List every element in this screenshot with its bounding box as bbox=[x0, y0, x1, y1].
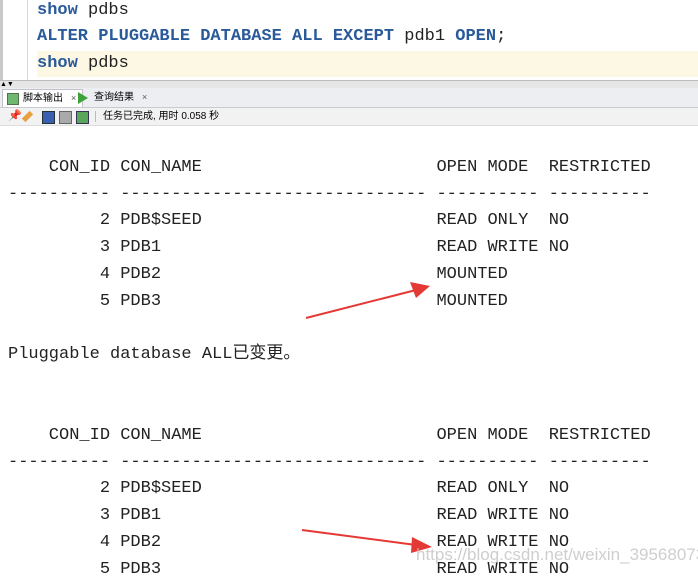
editor-line-3[interactable]: show pdbs bbox=[37, 51, 698, 77]
export-icon[interactable] bbox=[76, 111, 89, 124]
semicolon: ; bbox=[496, 27, 507, 46]
identifier: pdbs bbox=[77, 1, 129, 20]
tab-label: 脚本输出 bbox=[23, 93, 63, 104]
output-tabs: 脚本输出 × 查询结果 × bbox=[0, 88, 698, 108]
tab-label: 查询结果 bbox=[94, 92, 134, 103]
keyword: show bbox=[37, 54, 78, 73]
output-line: Pluggable database ALL已变更。 bbox=[8, 345, 301, 365]
tab-query-result[interactable]: 查询结果 × bbox=[74, 89, 153, 106]
keyword: ALTER PLUGGABLE DATABASE ALL EXCEPT bbox=[37, 27, 395, 46]
output-line: CON_ID CON_NAME OPEN MODE RESTRICTED bbox=[8, 425, 651, 445]
output-line: ---------- -----------------------------… bbox=[8, 184, 651, 204]
arrow-annotation-1 bbox=[305, 282, 430, 319]
output-line: 3 PDB1 READ WRITE NO bbox=[8, 506, 570, 526]
pin-icon[interactable]: 📌 bbox=[8, 111, 22, 122]
tab-script-output[interactable]: 脚本输出 × bbox=[2, 89, 84, 107]
output-line: ---------- -----------------------------… bbox=[8, 452, 651, 472]
eraser-icon[interactable] bbox=[21, 110, 34, 123]
keyword: OPEN bbox=[455, 27, 497, 46]
collapse-arrows-icon[interactable]: ▲▼ bbox=[0, 81, 14, 88]
save-icon[interactable] bbox=[42, 111, 55, 124]
sql-editor[interactable]: show pdbs ALTER PLUGGABLE DATABASE ALL E… bbox=[0, 0, 698, 80]
editor-line-1[interactable]: show pdbs bbox=[37, 0, 698, 24]
line-gutter bbox=[3, 0, 28, 80]
output-line: 2 PDB$SEED READ ONLY NO bbox=[8, 479, 570, 499]
identifier: pdb1 bbox=[394, 27, 456, 46]
output-toolbar: 📌 任务已完成, 用时 0.058 秒 bbox=[0, 108, 698, 126]
watermark: https://blog.csdn.net/weixin_39568073 bbox=[416, 545, 698, 564]
output-line: CON_ID CON_NAME OPEN MODE RESTRICTED bbox=[8, 157, 651, 177]
close-tab-icon[interactable]: × bbox=[142, 92, 147, 102]
editor-line-2[interactable]: ALTER PLUGGABLE DATABASE ALL EXCEPT pdb1… bbox=[37, 24, 698, 50]
output-line: 2 PDB$SEED READ ONLY NO bbox=[8, 211, 570, 231]
run-icon bbox=[78, 92, 88, 104]
print-icon[interactable] bbox=[59, 111, 72, 124]
keyword: show bbox=[37, 1, 78, 20]
identifier: pdbs bbox=[77, 54, 129, 73]
status-text: 任务已完成, 用时 0.058 秒 bbox=[103, 111, 220, 122]
output-line: 3 PDB1 READ WRITE NO bbox=[8, 238, 570, 258]
script-output-icon bbox=[7, 93, 19, 105]
script-output[interactable]: CON_ID CON_NAME OPEN MODE RESTRICTED ----… bbox=[0, 126, 698, 580]
toolbar-divider bbox=[95, 111, 96, 122]
